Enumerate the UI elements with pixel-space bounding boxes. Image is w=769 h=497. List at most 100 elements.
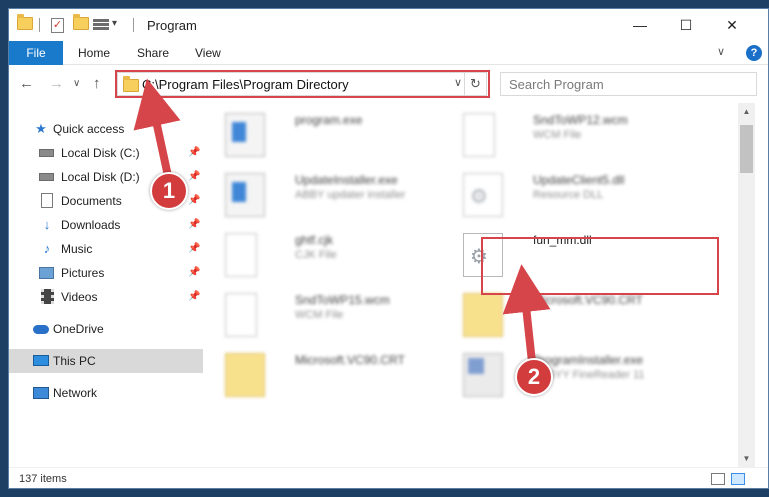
exe-icon <box>225 113 265 157</box>
nav-label: Documents <box>61 194 122 208</box>
music-icon: ♪ <box>43 241 51 256</box>
pin-icon[interactable]: 📌 <box>188 141 200 165</box>
pin-icon[interactable]: 📌 <box>188 285 200 309</box>
step-badge-2: 2 <box>515 358 553 396</box>
pin-icon[interactable]: 📌 <box>188 165 200 189</box>
status-bar: 137 items <box>9 467 768 488</box>
file-name: Microsoft.VC90.CRT <box>295 353 405 367</box>
file-description: ABBY updater installer <box>295 189 406 201</box>
dll-icon <box>463 173 503 217</box>
pin-icon[interactable]: 📌 <box>188 261 200 285</box>
new-folder-icon[interactable] <box>73 14 89 30</box>
file-item[interactable]: ProgramInstaller.exe ABBYY FineReader 11 <box>457 347 697 403</box>
properties-list-icon[interactable] <box>93 18 109 33</box>
nav-item-downloads[interactable]: ↓ Downloads 📌 <box>9 213 203 237</box>
pin-icon[interactable]: 📌 <box>188 213 200 237</box>
back-button[interactable]: ← <box>19 75 34 92</box>
nav-label: OneDrive <box>53 322 104 336</box>
file-item[interactable]: SndToWP15.wcm WCM File <box>219 287 459 343</box>
nav-item-quick-access[interactable]: ★ Quick access <box>9 117 203 141</box>
help-icon[interactable]: ? <box>746 45 762 61</box>
up-button[interactable]: ↑ <box>93 75 101 92</box>
search-box[interactable]: Search Program <box>500 72 757 96</box>
videos-icon <box>39 289 55 305</box>
file-description: CJK File <box>295 249 337 261</box>
nav-label: Quick access <box>53 122 125 136</box>
file-name: ghtf.cjk <box>295 233 334 247</box>
file-item[interactable]: UpdateClient5.dll Resource DLL <box>457 167 697 223</box>
nav-label: Pictures <box>61 266 105 280</box>
navigation-pane: ★ Quick access Local Disk (C:) 📌 Local D… <box>9 103 203 467</box>
scroll-thumb[interactable] <box>740 125 753 173</box>
nav-item-network[interactable]: Network <box>9 381 203 405</box>
tab-file[interactable]: File <box>9 41 63 65</box>
item-count: 137 items <box>19 473 67 485</box>
nav-item-onedrive[interactable]: OneDrive <box>9 317 203 341</box>
pictures-icon <box>39 265 55 281</box>
expand-ribbon-icon[interactable]: ∨ <box>717 45 725 58</box>
quick-access-folder-icon[interactable] <box>17 14 33 30</box>
forward-button[interactable]: → <box>49 75 64 92</box>
step-badge-1: 1 <box>150 172 188 210</box>
nav-label: Downloads <box>61 218 121 232</box>
file-item[interactable]: Microsoft.VC90.CRT <box>219 347 459 403</box>
address-row: ← → ∨ ↑ C:\Program Files\Program Directo… <box>9 65 768 103</box>
file-name: UpdateInstaller.exe <box>295 173 398 187</box>
file-name: SndToWP12.wcm <box>533 113 628 127</box>
search-input[interactable]: Search Program <box>509 77 604 92</box>
file-item[interactable]: ghtf.cjk CJK File <box>219 227 459 283</box>
properties-check-icon[interactable]: ✓ <box>51 18 64 33</box>
file-list: program.exe SndToWP12.wcm WCM File Updat… <box>209 103 738 467</box>
tab-view[interactable]: View <box>195 41 221 65</box>
pin-icon[interactable]: 📌 <box>188 189 200 213</box>
nav-item-local-disk-c[interactable]: Local Disk (C:) 📌 <box>9 141 203 165</box>
file-item[interactable]: SndToWP12.wcm WCM File <box>457 107 697 163</box>
tab-home[interactable]: Home <box>78 41 110 65</box>
nav-label: Music <box>61 242 93 256</box>
yellow-file-icon <box>225 353 265 397</box>
file-icon <box>225 293 257 337</box>
file-name: ProgramInstaller.exe <box>533 353 644 367</box>
nav-item-this-pc[interactable]: This PC <box>9 349 203 373</box>
pin-icon[interactable]: 📌 <box>188 237 200 261</box>
download-icon: ↓ <box>43 217 51 232</box>
scroll-down-icon[interactable]: ▼ <box>738 450 755 467</box>
documents-icon <box>39 193 55 209</box>
star-icon: ★ <box>35 121 47 136</box>
file-highlight-box <box>481 237 719 295</box>
file-name: Microsoft.VC90.CRT <box>533 293 643 307</box>
maximize-button[interactable]: ☐ <box>663 9 709 41</box>
recent-locations-dropdown[interactable]: ∨ <box>73 78 80 89</box>
file-item[interactable]: program.exe <box>219 107 459 163</box>
file-icon <box>225 233 257 277</box>
explorer-window: ✓ ▾ Program — ☐ ✕ File Home Share View ∨… <box>8 8 769 489</box>
window-title: Program <box>147 18 197 33</box>
file-name: UpdateClient5.dll <box>533 173 625 187</box>
this-pc-icon <box>33 353 49 369</box>
nav-label: This PC <box>53 354 96 368</box>
minimize-button[interactable]: — <box>617 9 663 41</box>
nav-item-videos[interactable]: Videos 📌 <box>9 285 203 309</box>
large-icons-view-icon[interactable] <box>731 473 745 485</box>
onedrive-icon <box>33 321 49 337</box>
nav-label: Network <box>53 386 98 400</box>
title-bar: ✓ ▾ Program — ☐ ✕ <box>9 9 768 41</box>
file-item[interactable]: UpdateInstaller.exe ABBY updater install… <box>219 167 459 223</box>
drive-icon <box>39 169 55 185</box>
close-button[interactable]: ✕ <box>709 9 755 41</box>
customize-toolbar-dropdown-icon[interactable]: ▾ <box>112 18 117 29</box>
address-highlight-box <box>115 70 490 98</box>
file-item[interactable]: Microsoft.VC90.CRT <box>457 287 697 343</box>
drive-icon <box>39 145 55 161</box>
scroll-up-icon[interactable]: ▲ <box>738 103 755 120</box>
details-view-icon[interactable] <box>711 473 725 485</box>
nav-item-pictures[interactable]: Pictures 📌 <box>9 261 203 285</box>
file-description: WCM File <box>533 129 582 141</box>
installer-icon <box>463 353 503 397</box>
tab-share[interactable]: Share <box>137 41 169 65</box>
nav-label: Local Disk (D:) <box>61 170 140 184</box>
nav-label: Local Disk (C:) <box>61 146 140 160</box>
nav-item-music[interactable]: ♪ Music 📌 <box>9 237 203 261</box>
vertical-scrollbar[interactable]: ▲ ▼ <box>738 103 755 467</box>
file-icon <box>463 113 495 157</box>
